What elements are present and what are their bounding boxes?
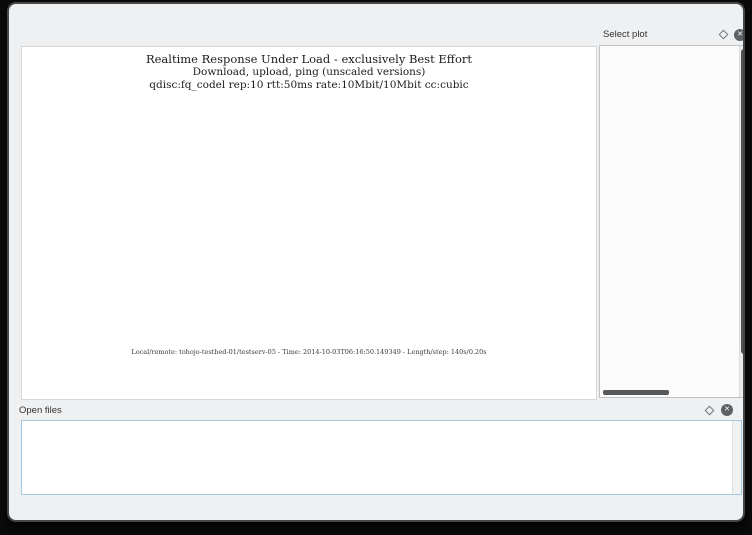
plot-list-vscrollbar[interactable] (739, 46, 745, 397)
open-files-title: Open files (19, 405, 62, 416)
float-dock-icon[interactable] (705, 405, 715, 415)
select-plot-dock: Select plot ✕ (599, 26, 745, 398)
tcp-download-chart[interactable] (48, 95, 500, 171)
open-files-dock-header: Open files ✕ (9, 402, 743, 418)
screen: Realtime Response Under Load - exclusive… (0, 0, 752, 535)
plot-list (599, 45, 745, 398)
ping-chart[interactable] (48, 251, 500, 347)
close-dock-icon[interactable]: ✕ (721, 404, 733, 416)
tcp-upload-chart[interactable] (48, 173, 500, 249)
open-files-vscrollbar[interactable] (732, 421, 741, 494)
figure-footer: Local/remote: tohojo-testbed-01/testserv… (22, 348, 596, 356)
open-files-table (21, 420, 742, 495)
figure-title-line2: Download, upload, ping (unscaled version… (22, 66, 596, 78)
vscroll-thumb[interactable] (741, 49, 745, 354)
float-dock-icon[interactable] (719, 30, 729, 40)
select-plot-title: Select plot (603, 29, 647, 40)
figure-title-line3: qdisc:fq_codel rep:10 rtt:50ms rate:10Mb… (22, 79, 596, 91)
plot-list-hscrollbar[interactable] (603, 390, 669, 395)
plot-panel: Realtime Response Under Load - exclusive… (21, 46, 597, 400)
close-dock-icon[interactable]: ✕ (734, 29, 745, 41)
flent-window: Realtime Response Under Load - exclusive… (7, 2, 745, 522)
select-plot-dock-header: Select plot ✕ (599, 26, 745, 43)
figure-title-line1: Realtime Response Under Load - exclusive… (22, 52, 596, 66)
